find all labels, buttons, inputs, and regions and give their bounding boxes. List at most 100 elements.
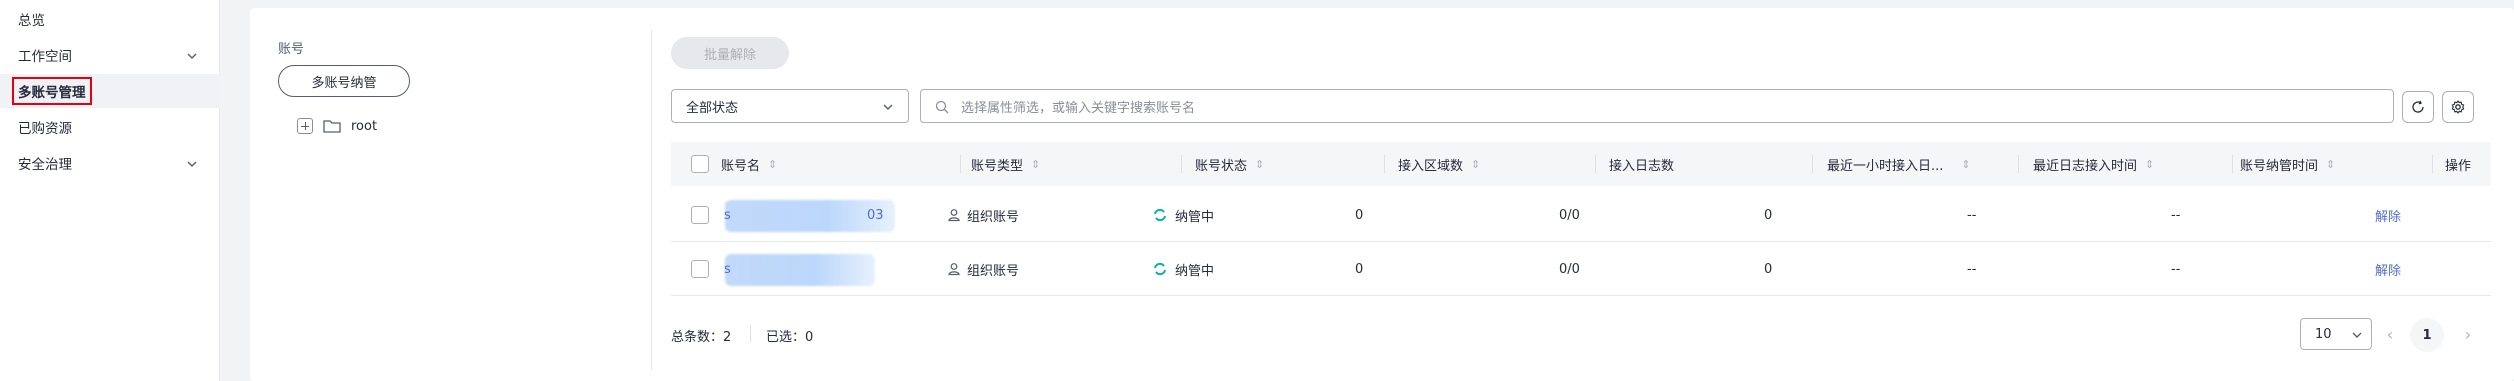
folder-icon [323, 120, 341, 133]
total-value: 2 [723, 330, 732, 345]
expand-icon[interactable] [297, 118, 313, 134]
multi-account-manage-button[interactable]: 多账号纳管 [278, 65, 410, 97]
managed-time-cell: -- [2171, 207, 2181, 223]
col-account-type[interactable]: 账号类型 ⇕ [969, 142, 1182, 186]
col-actions: 操作 [2445, 142, 2471, 186]
col-label: 接入区域数 [1398, 158, 1464, 174]
batch-remove-button[interactable]: 批量解除 [671, 37, 789, 69]
tree-node-root[interactable]: root [297, 116, 377, 136]
region-count-cell: 0 [1355, 261, 1364, 277]
table-row: s 03 组织账号 纳管中 0 0/0 0 -- -- 解除 [671, 188, 2491, 242]
col-label: 最近日志接入时间 [2033, 158, 2138, 174]
col-account-status[interactable]: 账号状态 ⇕ [1195, 142, 1385, 186]
col-region-count[interactable]: 接入区域数 ⇕ [1398, 142, 1596, 186]
gear-icon [2451, 100, 2465, 114]
last-hour-cell: 0 [1764, 261, 1773, 277]
account-status-cell: 纳管中 [1153, 242, 1214, 296]
log-count-cell: 0/0 [1559, 207, 1580, 223]
managed-time-cell: -- [2171, 261, 2181, 277]
footer-divider [750, 326, 751, 342]
page-size-select[interactable]: 10 [2300, 318, 2372, 350]
log-count-cell: 0/0 [1559, 261, 1580, 277]
sort-icon[interactable]: ⇕ [2145, 158, 2154, 171]
row-checkbox[interactable] [691, 260, 709, 278]
account-tree-title: 账号 [278, 42, 305, 57]
account-name-link[interactable]: s [724, 188, 731, 242]
user-icon [948, 209, 960, 222]
sort-icon[interactable]: ⇕ [768, 158, 777, 171]
sidebar: 总览 工作空间 多账号管理 已购资源 安全治理 [0, 0, 220, 381]
account-name-start: s [724, 261, 731, 277]
sidebar-item-label: 总览 [18, 13, 45, 29]
sort-icon[interactable]: ⇕ [1031, 158, 1040, 171]
sync-status-icon [1154, 262, 1166, 276]
account-status-cell: 纳管中 [1153, 188, 1214, 242]
account-name-start: s [724, 207, 731, 223]
sidebar-item-label: 工作空间 [18, 49, 72, 65]
chevron-down-icon [2352, 332, 2362, 338]
last-log-time-cell: -- [1967, 207, 1977, 223]
row-checkbox[interactable] [691, 206, 709, 224]
col-label: 账号类型 [971, 158, 1024, 174]
select-all-checkbox-cell[interactable] [691, 142, 709, 186]
account-name-link[interactable]: 03 [867, 188, 884, 242]
col-label: 账号纳管时间 [2240, 158, 2319, 174]
col-label: 账号状态 [1195, 158, 1248, 174]
col-label: 账号名 [721, 158, 761, 174]
table-header: 账号名 ⇕ 账号类型 ⇕ 账号状态 ⇕ 接入区域数 ⇕ 接入日志数 最近一小时接入日..… [671, 142, 2491, 186]
refresh-icon [2412, 100, 2424, 113]
chevron-down-icon [883, 104, 893, 110]
next-page-button[interactable]: › [2458, 324, 2478, 344]
col-label: 接入日志数 [1609, 158, 1675, 174]
sort-icon[interactable]: ⇕ [1471, 158, 1480, 171]
sidebar-item-purchased-resources[interactable]: 已购资源 [0, 110, 220, 144]
last-hour-cell: 0 [1764, 207, 1773, 223]
sidebar-item-security-governance[interactable]: 安全治理 [0, 146, 220, 180]
account-status: 纳管中 [1175, 263, 1215, 279]
col-log-count: 接入日志数 [1609, 142, 1813, 186]
account-name-end: 03 [867, 207, 884, 223]
sidebar-item-workspace[interactable]: 工作空间 [0, 38, 220, 72]
redacted-account-name [725, 254, 875, 286]
col-managed-time[interactable]: 账号纳管时间 ⇕ [2240, 142, 2433, 186]
sidebar-item-label: 安全治理 [18, 157, 72, 173]
prev-page-button[interactable]: ‹ [2380, 324, 2400, 344]
search-input[interactable]: 选择属性筛选，或输入关键字搜索账号名 [920, 89, 2394, 123]
account-name-link[interactable]: s [724, 242, 731, 296]
selected-value: 0 [805, 330, 814, 345]
user-icon [948, 263, 960, 276]
selected-count: 已选：0 [766, 326, 813, 345]
sidebar-item-label: 多账号管理 [12, 77, 92, 105]
region-count-cell: 0 [1355, 207, 1364, 223]
sync-status-icon [1154, 208, 1166, 222]
remove-link[interactable]: 解除 [2375, 188, 2401, 242]
select-all-checkbox[interactable] [691, 155, 709, 173]
total-label: 总条数： [671, 330, 724, 345]
remove-link[interactable]: 解除 [2375, 242, 2401, 296]
search-placeholder: 选择属性筛选，或输入关键字搜索账号名 [961, 100, 1196, 116]
sidebar-item-label: 已购资源 [18, 121, 72, 137]
settings-button[interactable] [2442, 91, 2474, 123]
last-log-time-cell: -- [1967, 261, 1977, 277]
account-type: 组织账号 [967, 209, 1020, 225]
account-status: 纳管中 [1175, 209, 1215, 225]
sidebar-item-overview[interactable]: 总览 [0, 2, 220, 36]
sort-icon[interactable]: ⇕ [1255, 158, 1264, 171]
sidebar-item-multi-account[interactable]: 多账号管理 [0, 74, 220, 108]
col-last-log-time[interactable]: 最近日志接入时间 ⇕ [2033, 142, 2233, 186]
status-select-value: 全部状态 [686, 100, 739, 116]
account-type: 组织账号 [967, 263, 1020, 279]
sort-icon[interactable]: ⇕ [1961, 158, 1970, 171]
col-last-hour-logs[interactable]: 最近一小时接入日... ⇕ [1827, 142, 2019, 186]
page-size-value: 10 [2315, 326, 2332, 342]
account-type-cell: 组织账号 [947, 188, 1019, 242]
col-label: 操作 [2445, 158, 2472, 174]
col-account-name[interactable]: 账号名 ⇕ [721, 142, 961, 186]
refresh-button[interactable] [2402, 91, 2434, 123]
chevron-down-icon [187, 161, 197, 167]
chevron-down-icon [187, 53, 197, 59]
current-page[interactable]: 1 [2410, 318, 2444, 352]
status-select[interactable]: 全部状态 [671, 89, 909, 123]
col-label: 最近一小时接入日... [1827, 158, 1944, 174]
sort-icon[interactable]: ⇕ [2326, 158, 2335, 171]
